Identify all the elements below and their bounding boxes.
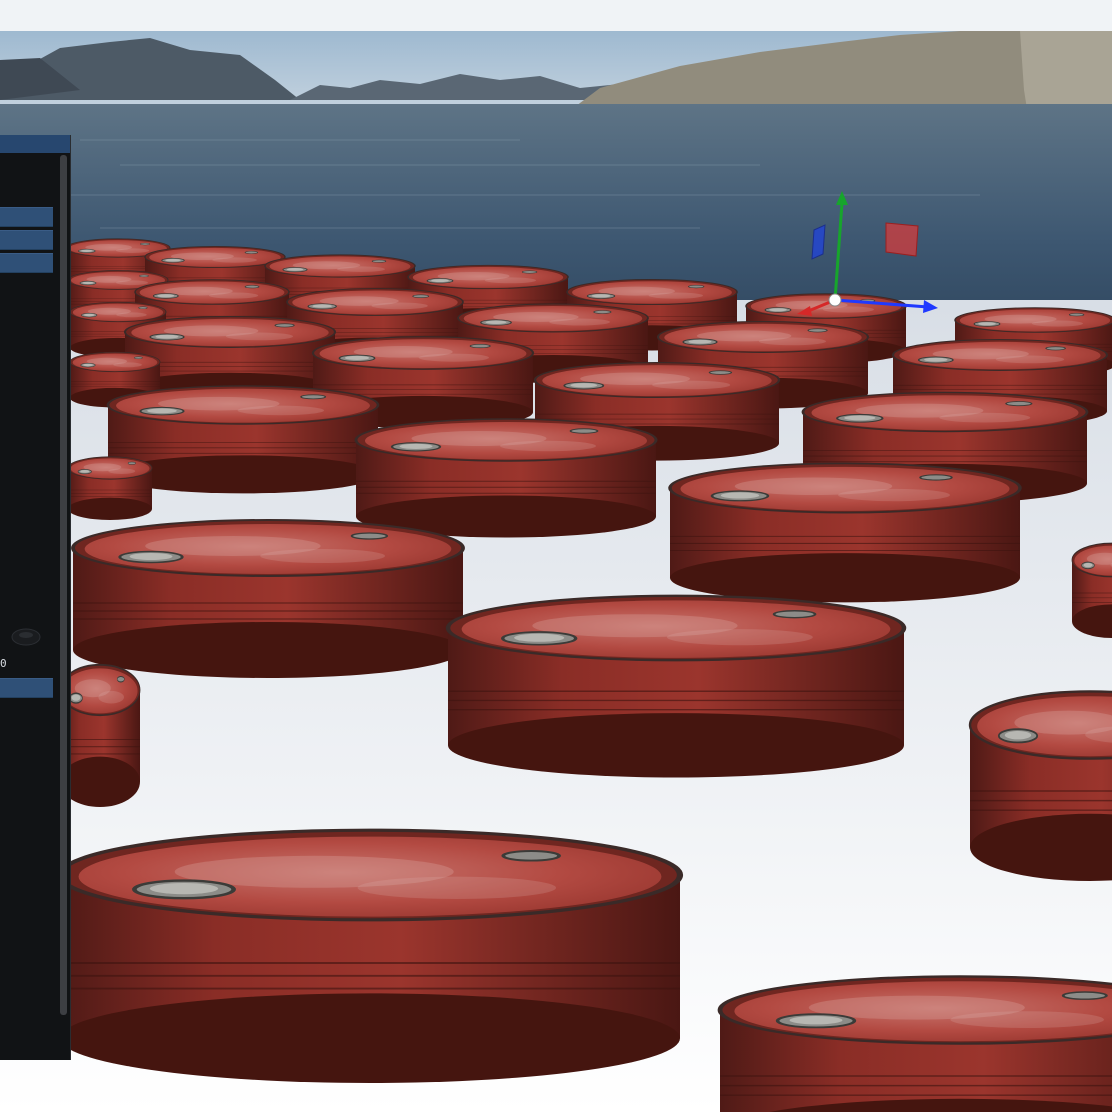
panel-header xyxy=(0,135,70,153)
window-titlebar xyxy=(0,0,1112,32)
gizmo-center-handle[interactable] xyxy=(828,293,842,307)
preview-thumbnail-icon xyxy=(11,628,41,646)
panel-scrollbar[interactable] xyxy=(60,155,67,1015)
scene-viewport[interactable] xyxy=(0,31,1112,1112)
panel-row-1[interactable] xyxy=(0,207,53,227)
yz-plane-handle[interactable] xyxy=(811,224,826,260)
panel-row-4[interactable] xyxy=(0,678,53,698)
inspector-panel: 0 xyxy=(0,135,71,1060)
panel-row-3[interactable] xyxy=(0,253,53,273)
xy-plane-handle[interactable] xyxy=(885,222,919,257)
panel-row-2[interactable] xyxy=(0,230,53,250)
panel-value-text: 0 xyxy=(0,657,7,670)
scene-render xyxy=(0,31,1112,1112)
